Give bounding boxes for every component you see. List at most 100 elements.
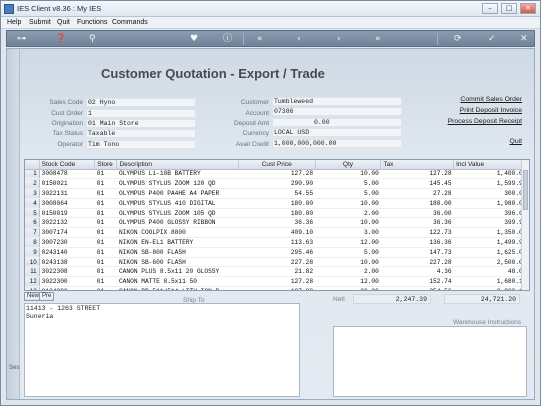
row-number[interactable]: 11: [25, 266, 40, 278]
table-row[interactable]: 1 3008478 01 OLYMPUS Li-10B BATTERY 127.28 10…: [25, 169, 529, 180]
back-icon[interactable]: ‹: [297, 33, 301, 45]
table-row[interactable]: 8 3007230 01 NIKON EN-EL1 BATTERY 113.63 12.0…: [25, 237, 529, 248]
fast-forward-icon[interactable]: »: [375, 33, 381, 45]
table-cell[interactable]: 12.00: [315, 276, 381, 288]
row-number[interactable]: 9: [25, 247, 40, 258]
table-cell[interactable]: 01: [94, 169, 117, 180]
menu-quit[interactable]: Quit: [57, 19, 70, 26]
table-cell[interactable]: 1,625.03: [453, 247, 529, 258]
table-cell[interactable]: 01: [94, 266, 117, 278]
minimize-button[interactable]: –: [482, 3, 498, 14]
table-cell[interactable]: 1,499.92: [453, 237, 529, 248]
previous-line-button[interactable]: Pre: [39, 292, 55, 301]
table-cell[interactable]: 01: [94, 276, 117, 288]
refresh-icon[interactable]: ⟳: [454, 33, 462, 45]
table-cell[interactable]: CANON BP-511/514 LITH-ION B: [116, 286, 239, 290]
col-description[interactable]: Description: [116, 160, 239, 170]
table-cell[interactable]: 01: [94, 178, 117, 190]
confirm-icon[interactable]: ✓: [488, 33, 496, 45]
table-cell[interactable]: 01: [94, 237, 117, 248]
table-cell[interactable]: 54.55: [238, 188, 316, 199]
row-number[interactable]: 12: [25, 276, 40, 288]
help-icon[interactable]: ❓: [55, 33, 66, 45]
menu-submit[interactable]: Submit: [29, 19, 51, 26]
row-number[interactable]: 4: [25, 198, 40, 209]
table-row[interactable]: 13310429001CANON BP-511/514 LITH-ION B12…: [25, 286, 529, 290]
table-cell[interactable]: OLYMPUS Li-10B BATTERY: [116, 169, 239, 180]
table-cell[interactable]: 10.00: [315, 169, 381, 180]
table-row[interactable]: 3 3022131 01 OLYMPUS P400 PA4HE A4 PAPER 54.…: [25, 188, 529, 199]
table-cell[interactable]: 0150019: [39, 208, 95, 219]
table-cell[interactable]: NIKON EN-EL1 BATTERY: [116, 237, 239, 248]
quit-link[interactable]: Quit: [487, 138, 522, 145]
grid-scroll-thumb[interactable]: [523, 170, 528, 210]
table-cell[interactable]: 01: [94, 188, 117, 199]
heart-icon[interactable]: ♥: [190, 33, 198, 45]
deposit-amt-field[interactable]: [272, 118, 402, 127]
table-cell[interactable]: 12.00: [315, 237, 381, 248]
table-cell[interactable]: 396.00: [453, 208, 529, 219]
table-cell[interactable]: 5.00: [315, 188, 381, 199]
table-cell[interactable]: 3008478: [39, 169, 95, 180]
table-cell[interactable]: 295.46: [238, 247, 316, 258]
table-cell[interactable]: 4.36: [380, 266, 454, 278]
table-cell[interactable]: 0150021: [39, 178, 95, 190]
table-row[interactable]: 2 0150021 01 OLYMPUS STYLUS ZOOM 120 QD 290.…: [25, 178, 529, 190]
table-cell[interactable]: 3022132: [39, 217, 95, 229]
table-cell[interactable]: 227.28: [238, 257, 316, 268]
cust-order-field[interactable]: [86, 109, 196, 118]
table-cell[interactable]: 180.00: [238, 208, 316, 219]
table-cell[interactable]: 180.00: [238, 198, 316, 209]
menu-help[interactable]: Help: [7, 19, 21, 26]
col-qty[interactable]: Qty: [315, 160, 382, 170]
table-cell[interactable]: 152.74: [380, 276, 454, 288]
table-row[interactable]: 4 3008064 01 OLYMPUS STYLUS 410 DIGITAL 180.…: [25, 198, 529, 209]
row-number[interactable]: 1: [25, 169, 40, 180]
table-cell[interactable]: 136.36: [380, 237, 454, 248]
table-cell[interactable]: 227.28: [380, 257, 454, 268]
table-cell[interactable]: 01: [94, 208, 117, 219]
table-cell[interactable]: 1,400.08: [453, 169, 529, 180]
table-cell[interactable]: OLYMPUS P400 PA4HE A4 PAPER: [116, 188, 239, 199]
table-row[interactable]: 6 3022132 01 OLYMPUS P400 GLOSSY RIBBON 36.3…: [25, 217, 529, 229]
ship-to-box[interactable]: 11413 - 1263 STREET Suneria: [24, 303, 300, 397]
table-cell[interactable]: 3022308: [39, 266, 95, 278]
col-incl-value[interactable]: Incl Value: [453, 160, 529, 170]
table-cell[interactable]: 3007174: [39, 227, 95, 239]
table-cell[interactable]: NIKON SB-800 FLASH: [116, 247, 239, 258]
table-cell[interactable]: NIKON SB-600 FLASH: [116, 257, 239, 268]
table-cell[interactable]: 10.00: [315, 217, 381, 229]
info-icon[interactable]: ⓘ: [223, 33, 232, 45]
table-cell[interactable]: 1,350.03: [453, 227, 529, 239]
table-cell[interactable]: CANON PLUS 8.5x11 20 GLOSSY: [116, 266, 239, 278]
table-cell[interactable]: 01: [94, 286, 117, 290]
table-cell[interactable]: 0243140: [39, 247, 95, 258]
table-cell[interactable]: 01: [94, 257, 117, 268]
key-icon[interactable]: ⊶: [17, 33, 26, 45]
print-deposit-invoice-link[interactable]: Print Deposit Invoice: [407, 107, 522, 114]
table-row[interactable]: 10 0243138 01 NIKON SB-600 FLASH 227.28 10.00…: [25, 257, 529, 268]
maximize-button[interactable]: □: [501, 3, 517, 14]
table-cell[interactable]: 127.28: [380, 169, 454, 180]
rewind-icon[interactable]: «: [257, 33, 263, 45]
table-cell[interactable]: 3007230: [39, 237, 95, 248]
table-cell[interactable]: NIKON COOLPIX 8800: [116, 227, 239, 239]
table-cell[interactable]: 48.00: [453, 266, 529, 278]
table-cell[interactable]: 127.28: [238, 276, 316, 288]
table-cell[interactable]: 147.73: [380, 247, 454, 258]
table-cell[interactable]: 01: [94, 198, 117, 209]
row-number[interactable]: 7: [25, 227, 40, 239]
table-row[interactable]: 12 3022300 01 CANON MATTE 8.5x11 50 127.28 12…: [25, 276, 529, 288]
row-number[interactable]: 3: [25, 188, 40, 199]
table-row[interactable]: 5 0150019 01 OLYMPUS STYLUS ZOOM 105 QD 180.…: [25, 208, 529, 219]
table-cell[interactable]: 0243138: [39, 257, 95, 268]
table-cell[interactable]: 21.82: [238, 266, 316, 278]
table-cell[interactable]: 127.28: [238, 286, 316, 290]
warehouse-instructions-box[interactable]: [333, 326, 527, 397]
search-icon[interactable]: ⚲: [89, 33, 96, 45]
table-cell[interactable]: 2.00: [315, 208, 381, 219]
table-cell[interactable]: 3022300: [39, 276, 95, 288]
table-cell[interactable]: 1,680.10: [453, 276, 529, 288]
col-stock-code[interactable]: Stock Code: [39, 160, 96, 170]
table-cell[interactable]: 145.45: [380, 178, 454, 190]
